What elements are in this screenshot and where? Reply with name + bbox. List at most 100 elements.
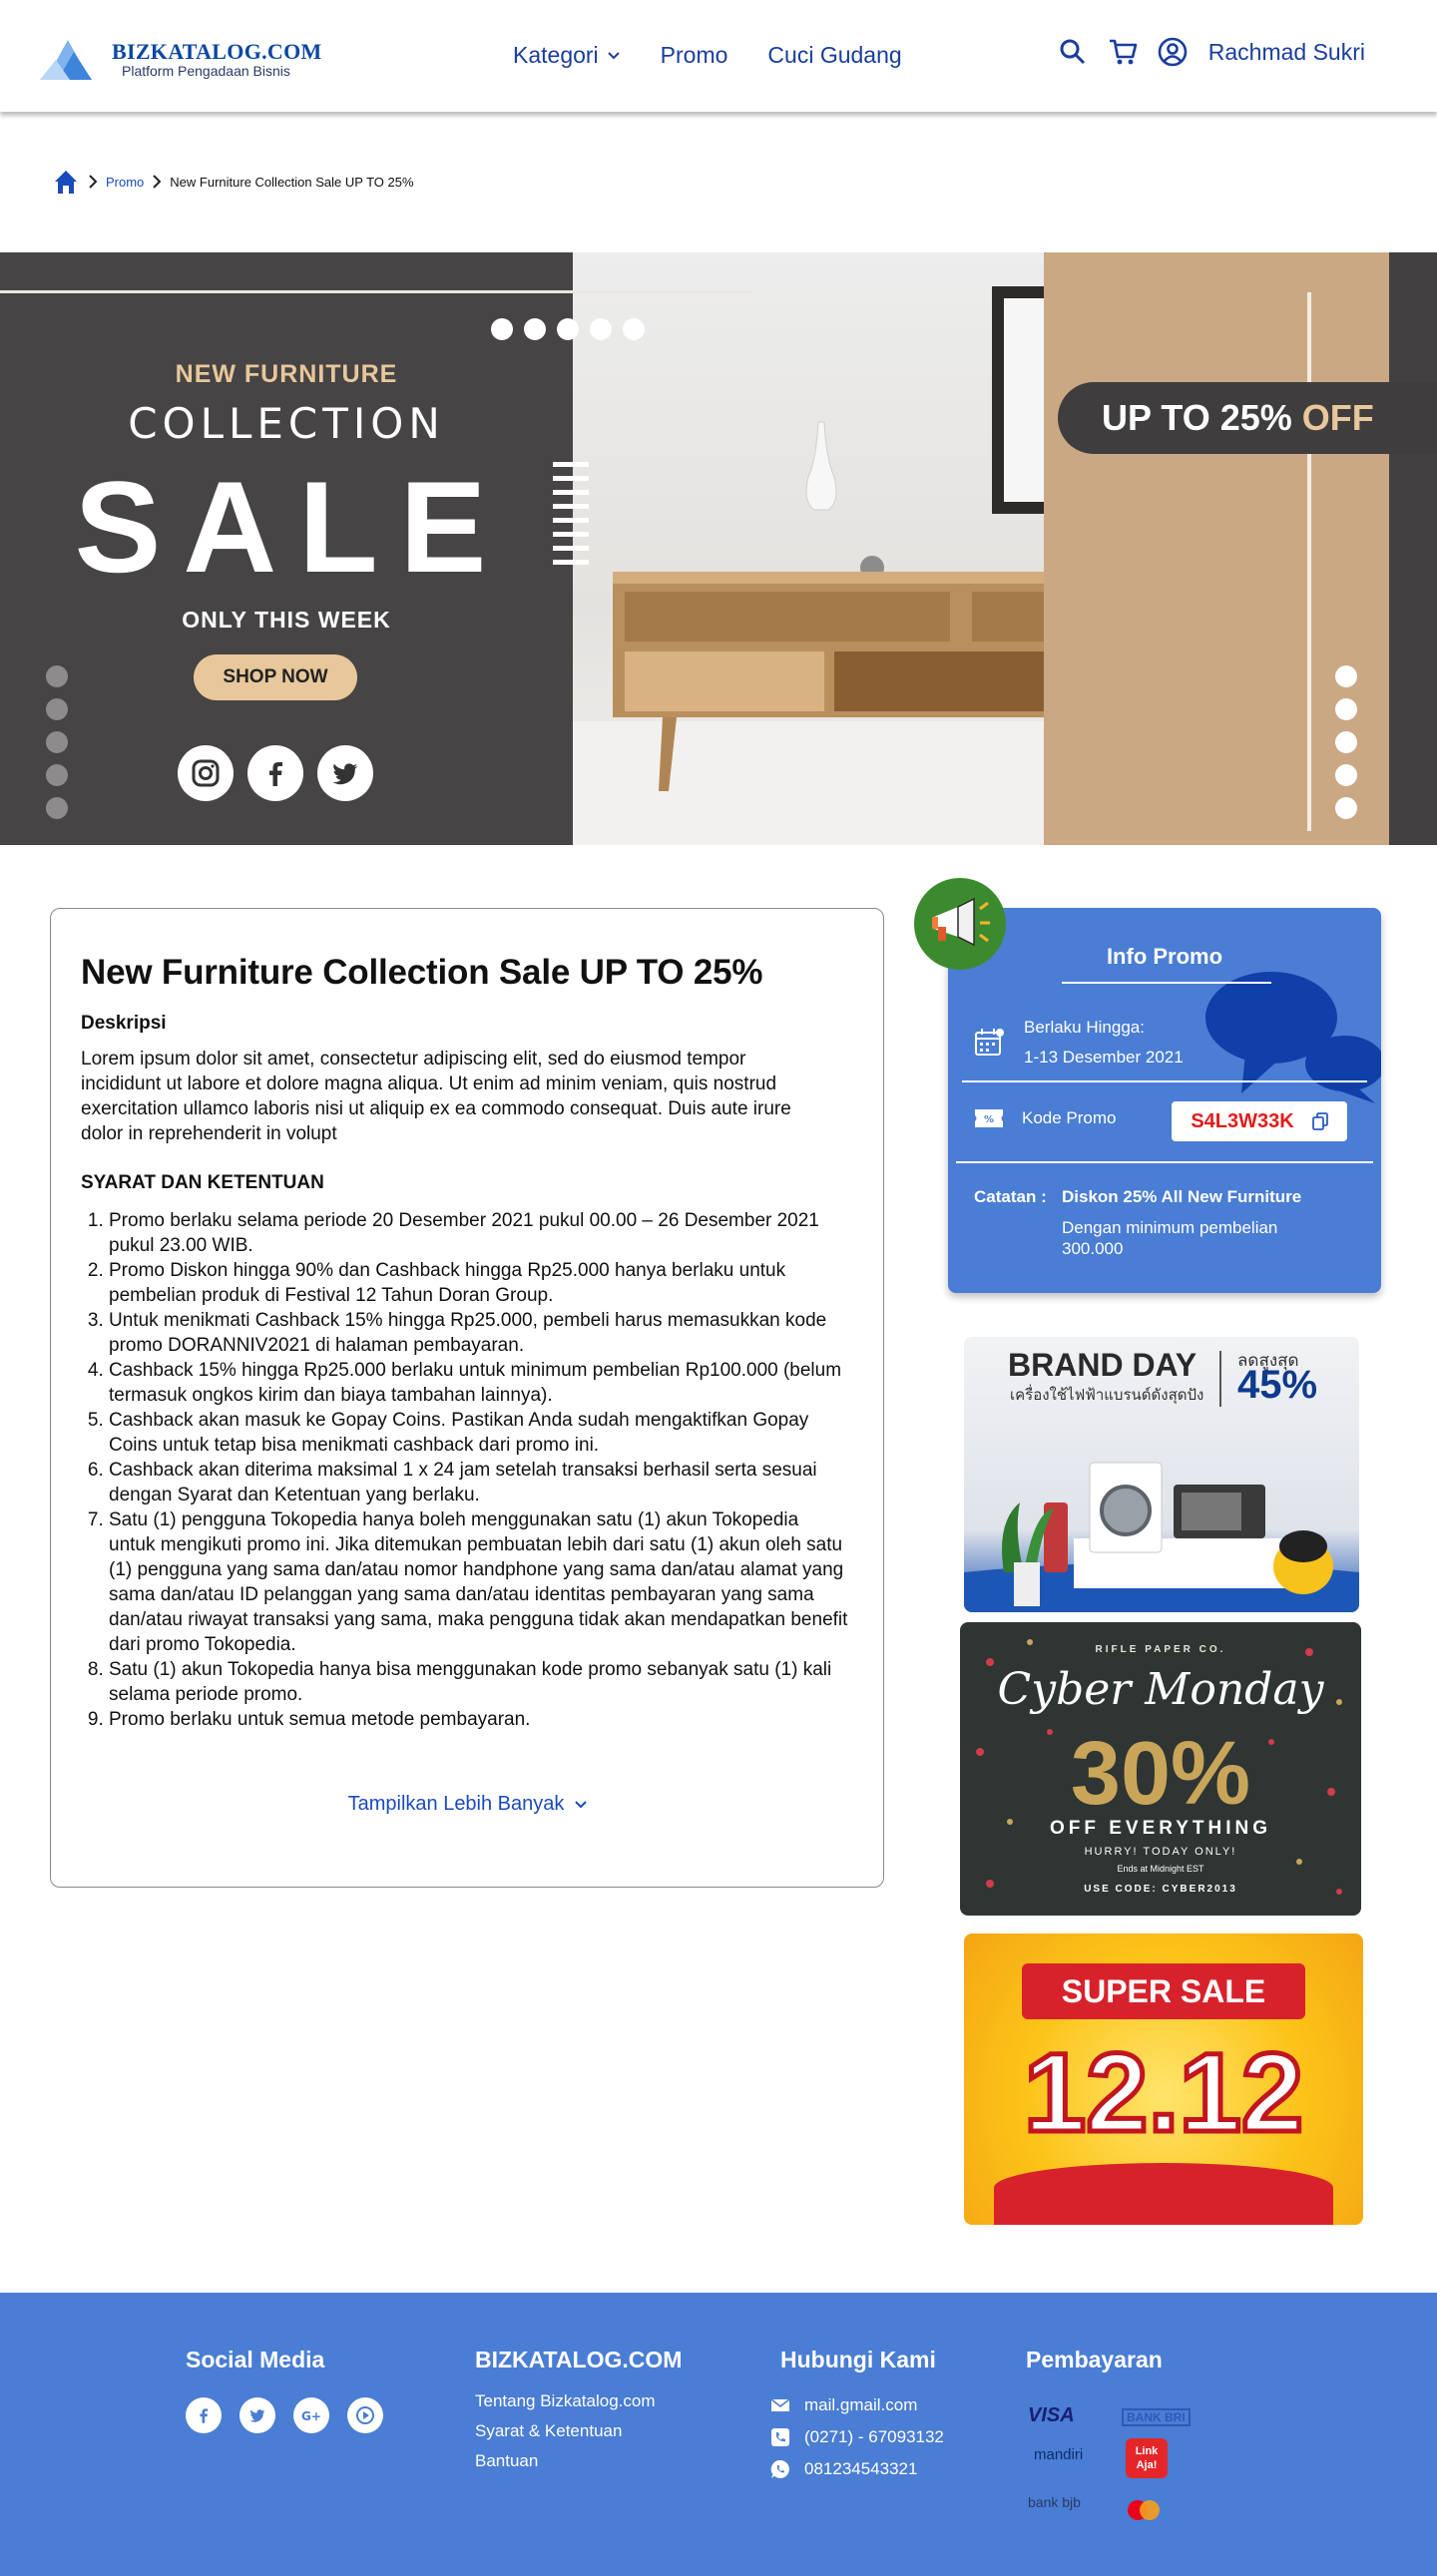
mandiri-logo: mandiri bbox=[1034, 2446, 1084, 2463]
shop-now-button[interactable]: SHOP NOW bbox=[194, 654, 357, 700]
phone-icon bbox=[771, 2428, 789, 2446]
info-divider bbox=[962, 1080, 1367, 1082]
cyber-percent: 30% bbox=[1070, 1724, 1251, 1824]
contact-whatsapp[interactable]: 081234543321 bbox=[770, 2459, 944, 2479]
twitter-icon[interactable] bbox=[317, 745, 373, 801]
show-more-label: Tampilkan Lebih Banyak bbox=[347, 1793, 565, 1815]
super-sale-number: 12.12 bbox=[1021, 2030, 1305, 2155]
footer-contact-column: Hubungi Kami mail.gmail.com (0271) - 670… bbox=[770, 2347, 944, 2479]
hero-banner[interactable]: NEW FURNITURE COLLECTION SALE ONLY THIS … bbox=[0, 252, 1437, 845]
brand-day-title: BRAND DAY bbox=[1008, 1347, 1198, 1383]
contact-email[interactable]: mail.gmail.com bbox=[770, 2395, 944, 2415]
cyber-line-3: USE CODE: CYBER2013 bbox=[1084, 1884, 1237, 1895]
copy-icon[interactable] bbox=[1311, 1112, 1328, 1130]
linkaja-logo: Link Aja! bbox=[1126, 2438, 1168, 2478]
hero-badge-off: OFF bbox=[1301, 397, 1374, 438]
google-plus-icon[interactable]: G+ bbox=[293, 2397, 329, 2433]
terms-item: Promo berlaku selama periode 20 Desember… bbox=[109, 1208, 849, 1258]
facebook-icon[interactable] bbox=[186, 2397, 222, 2433]
promo-title: New Furniture Collection Sale UP TO 25% bbox=[81, 953, 763, 992]
promo-detail-card: New Furniture Collection Sale UP TO 25% … bbox=[50, 908, 884, 1888]
breadcrumb-current: New Furniture Collection Sale UP TO 25% bbox=[170, 174, 414, 190]
chevron-down-icon bbox=[607, 51, 620, 59]
youtube-icon[interactable] bbox=[347, 2397, 383, 2433]
chevron-down-icon bbox=[575, 1800, 588, 1808]
nav-kategori[interactable]: Kategori bbox=[513, 42, 621, 69]
cart-icon[interactable] bbox=[1107, 36, 1139, 68]
top-header: BIZKATALOG.COM Platform Pengadaan Bisnis… bbox=[0, 0, 1437, 112]
calendar-icon bbox=[975, 1029, 1004, 1056]
note-body: Dengan minimum pembelian 300.000 bbox=[1062, 1218, 1278, 1258]
user-icon[interactable] bbox=[1157, 36, 1189, 68]
main-nav: Kategori Promo Cuci Gudang bbox=[513, 42, 942, 69]
show-more-button[interactable]: Tampilkan Lebih Banyak bbox=[51, 1793, 885, 1816]
promo-code-label: Kode Promo bbox=[1022, 1108, 1117, 1127]
note-label: Catatan : bbox=[974, 1187, 1047, 1206]
terms-item: Promo berlaku untuk semua metode pembaya… bbox=[109, 1707, 849, 1732]
super-sale-stage bbox=[994, 2163, 1333, 2225]
search-icon[interactable] bbox=[1057, 36, 1089, 68]
bri-logo: BANK BRI bbox=[1122, 2408, 1191, 2426]
valid-until-value: 1-13 Desember 2021 bbox=[1024, 1048, 1184, 1067]
hero-line-4: ONLY THIS WEEK bbox=[182, 607, 391, 633]
visa-logo: VISA bbox=[1028, 2404, 1075, 2426]
carousel-dots[interactable] bbox=[491, 318, 656, 340]
appliances-image-icon bbox=[964, 1462, 1359, 1612]
whatsapp-icon bbox=[770, 2459, 789, 2478]
logo[interactable]: BIZKATALOG.COM Platform Pengadaan Bisnis bbox=[40, 36, 322, 82]
terms-item: Cashback akan masuk ke Gopay Coins. Past… bbox=[109, 1408, 849, 1458]
brand-day-separator bbox=[1219, 1351, 1221, 1407]
promo-code-row: % Kode Promo bbox=[974, 1107, 1117, 1129]
svg-text:G+: G+ bbox=[301, 2409, 321, 2422]
megaphone-icon bbox=[914, 878, 1006, 970]
brand-day-banner[interactable]: BRAND DAY เครื่องใช้ไฟฟ้าแบรนด์ดังสุดปัง… bbox=[964, 1337, 1359, 1612]
breadcrumb-promo[interactable]: Promo bbox=[106, 175, 144, 190]
hero-decor-dots-left bbox=[46, 665, 68, 830]
promo-code-value: S4L3W33K bbox=[1191, 1109, 1294, 1132]
footer-payment-title: Pembayaran bbox=[1026, 2347, 1163, 2372]
footer: Social Media G+ BIZKATALOG.COM Tentang B… bbox=[0, 2293, 1437, 2576]
cyber-off: OFF EVERYTHING bbox=[1049, 1818, 1272, 1839]
header-actions: Rachmad Sukri bbox=[1039, 36, 1365, 68]
super-sale-banner[interactable]: SUPER SALE 12.12 bbox=[964, 1933, 1363, 2225]
terms-title: SYARAT DAN KETENTUAN bbox=[81, 1172, 324, 1193]
cyber-line-1: HURRY! TODAY ONLY! bbox=[1084, 1846, 1237, 1858]
home-icon[interactable] bbox=[52, 168, 80, 196]
brand-day-subtitle: เครื่องใช้ไฟฟ้าแบรนด์ดังสุดปัง bbox=[1010, 1387, 1204, 1404]
promo-code-box[interactable]: S4L3W33K bbox=[1172, 1101, 1347, 1141]
mail-icon bbox=[770, 2398, 790, 2411]
promo-description: Lorem ipsum dolor sit amet, consectetur … bbox=[81, 1049, 791, 1144]
hero-line-2: COLLECTION bbox=[128, 399, 445, 448]
mastercard-logo-icon bbox=[1128, 2500, 1160, 2520]
logo-mark-icon bbox=[40, 40, 92, 80]
nav-cuci-gudang[interactable]: Cuci Gudang bbox=[767, 42, 901, 69]
facebook-icon[interactable] bbox=[247, 745, 303, 801]
description-label: Deskripsi bbox=[81, 1013, 167, 1034]
contact-phone[interactable]: (0271) - 67093132 bbox=[770, 2427, 944, 2447]
nav-promo-label: Promo bbox=[660, 42, 728, 68]
nav-promo[interactable]: Promo bbox=[661, 42, 728, 69]
super-sale-ribbon: SUPER SALE bbox=[1022, 1963, 1305, 2019]
footer-link-about[interactable]: Tentang Bizkatalog.com bbox=[475, 2391, 682, 2411]
footer-social-title: Social Media bbox=[186, 2347, 325, 2372]
info-promo-title: Info Promo bbox=[1106, 944, 1223, 969]
footer-company-column: BIZKATALOG.COM Tentang Bizkatalog.com Sy… bbox=[475, 2347, 682, 2471]
chevron-right-icon bbox=[153, 175, 162, 189]
footer-company-title: BIZKATALOG.COM bbox=[475, 2347, 683, 2372]
user-name[interactable]: Rachmad Sukri bbox=[1208, 39, 1365, 66]
terms-item: Satu (1) akun Tokopedia hanya bisa mengg… bbox=[109, 1657, 849, 1707]
footer-link-help[interactable]: Bantuan bbox=[475, 2451, 682, 2471]
chevron-right-icon bbox=[89, 175, 98, 189]
hero-discount-badge: UP TO 25% OFF bbox=[1058, 382, 1437, 454]
hero-decor-line bbox=[1307, 292, 1311, 831]
breadcrumb: Promo New Furniture Collection Sale UP T… bbox=[52, 168, 414, 196]
twitter-icon[interactable] bbox=[240, 2397, 275, 2433]
instagram-icon[interactable] bbox=[178, 745, 234, 801]
footer-link-terms[interactable]: Syarat & Ketentuan bbox=[475, 2421, 682, 2441]
logo-subtitle: Platform Pengadaan Bisnis bbox=[122, 63, 290, 79]
info-promo-card: Info Promo Berlaku Hingga: 1-13 Desember… bbox=[948, 908, 1381, 1293]
hero-dark-strip bbox=[1389, 252, 1437, 845]
chat-bubble-icon bbox=[1205, 972, 1381, 1103]
cyber-monday-banner[interactable]: RIFLE PAPER CO. Cyber Monday 30% OFF EVE… bbox=[960, 1622, 1361, 1916]
voucher-icon: % bbox=[975, 1109, 1003, 1127]
